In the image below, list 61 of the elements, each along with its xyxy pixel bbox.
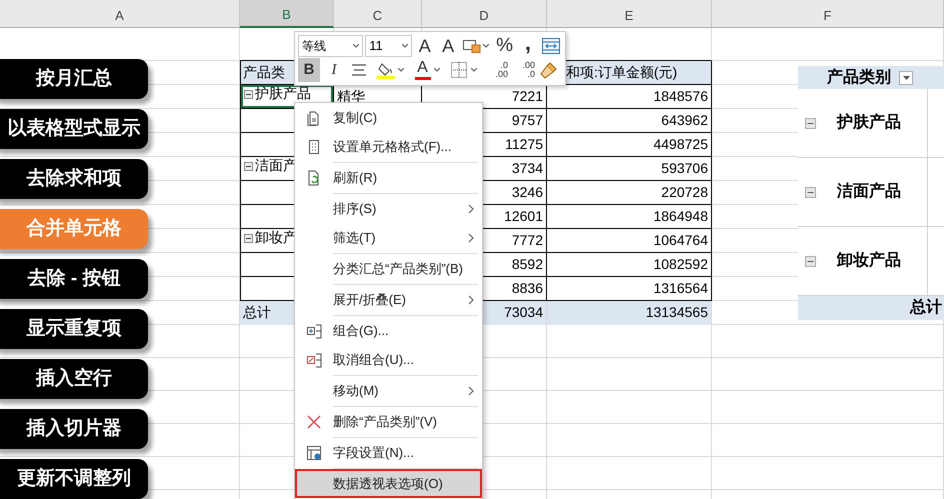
- menu-label: 组合(G)...: [333, 322, 390, 340]
- column-header[interactable]: E: [547, 0, 712, 28]
- percent-button[interactable]: %: [494, 35, 516, 57]
- cell-text: 卸妆产品: [837, 250, 901, 271]
- column-header[interactable]: D: [422, 0, 547, 28]
- shrink-font-button[interactable]: A: [437, 35, 459, 57]
- menu-label: 筛选(T): [333, 228, 377, 247]
- table-cell: 593706: [547, 157, 712, 181]
- comma-style-button[interactable]: ,: [517, 35, 539, 57]
- table-cell: 220728: [547, 181, 712, 205]
- table-header: 产品类别: [826, 67, 891, 88]
- size-dropdown[interactable]: 11: [365, 35, 412, 57]
- column-header[interactable]: B: [240, 0, 334, 28]
- macro-button[interactable]: 去除 - 按钮: [0, 259, 148, 299]
- menu-label: 刷新(R): [333, 168, 378, 187]
- dropdown-value: 等线: [302, 38, 326, 55]
- font-color-letter: A: [417, 60, 428, 76]
- menu-item[interactable]: 取消组合(U)...: [295, 345, 482, 374]
- menu-label: 取消组合(U)...: [333, 350, 415, 369]
- menu-label: 展开/折叠(E): [333, 290, 407, 309]
- decimal-label: .0: [500, 61, 508, 70]
- macro-button[interactable]: 插入空行: [0, 359, 148, 399]
- macro-button[interactable]: 插入切片器: [0, 409, 148, 449]
- column-header[interactable]: F: [712, 0, 944, 28]
- column-header[interactable]: C: [334, 0, 422, 28]
- font-color-button[interactable]: A: [410, 59, 444, 81]
- menu-label: 复制(C): [333, 108, 378, 127]
- menu-label: 字段设置(N)...: [333, 444, 415, 462]
- bold-button[interactable]: B: [298, 58, 320, 82]
- menu-item[interactable]: 移动(M): [295, 376, 482, 405]
- grow-font-button[interactable]: A: [414, 35, 436, 57]
- decimal-button[interactable]: .00 .0: [511, 59, 535, 81]
- total-cell: 总计: [798, 296, 944, 320]
- menu-label: 排序(S): [333, 200, 378, 218]
- menu-item[interactable]: 字段设置(N)...: [295, 438, 482, 467]
- macro-button[interactable]: 去除求和项: [0, 159, 148, 199]
- column-header[interactable]: A: [0, 0, 240, 28]
- decimal-label: .0: [527, 70, 535, 79]
- menu-label: 删除“产品类别”(V): [333, 412, 438, 431]
- menu-item[interactable]: 数据透视表选项(O): [295, 469, 482, 498]
- dropdown-value: 11: [369, 37, 383, 56]
- macro-button[interactable]: 显示重复项: [0, 309, 148, 349]
- decimal-label: .00: [522, 61, 535, 70]
- macro-button[interactable]: 更新不调整列: [0, 459, 148, 499]
- table-cell: 1082592: [547, 253, 712, 277]
- menu-item[interactable]: 删除“产品类别”(V): [295, 407, 482, 436]
- font-dropdown[interactable]: 等线: [298, 35, 364, 57]
- menu-label: 移动(M): [333, 382, 380, 400]
- macro-button[interactable]: 按月汇总: [0, 59, 148, 99]
- table-cell: 13134565: [547, 301, 712, 325]
- cell-text: 护肤产品: [837, 112, 901, 133]
- table-cell: 4498725: [547, 133, 712, 157]
- decimal-button[interactable]: .0 .00: [484, 59, 508, 81]
- cell-text: 洁面产品: [837, 181, 901, 202]
- cell-text: 护肤产品: [255, 85, 311, 102]
- macro-button[interactable]: 以表格型式显示: [0, 109, 148, 149]
- decimal-label: .00: [495, 70, 508, 79]
- menu-label: 数据透视表选项(O): [333, 474, 444, 493]
- table-cell: 1864948: [547, 205, 712, 229]
- table-cell: 643962: [547, 109, 712, 133]
- table-cell: 1064764: [547, 229, 712, 253]
